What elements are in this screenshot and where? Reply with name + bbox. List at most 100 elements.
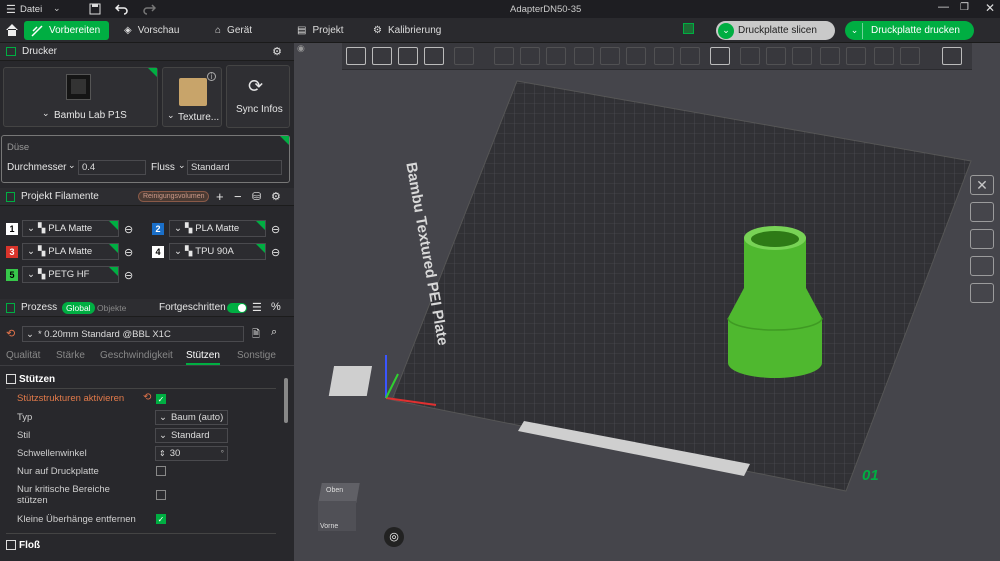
- buildplate-only-checkbox[interactable]: [156, 466, 166, 476]
- chevron-down-icon[interactable]: ⌄: [68, 160, 76, 171]
- process-profile-select[interactable]: ⌄ * 0.20mm Standard @BBL X1C: [22, 326, 244, 342]
- print-plate-button[interactable]: ⌄ Druckplatte drucken: [845, 21, 974, 40]
- filament-section-header: Projekt Filamente Reinigungsvolumen + − …: [0, 188, 294, 206]
- filament-sync-icon[interactable]: ⛁: [252, 190, 261, 203]
- type-select[interactable]: ⌄ Baum (auto): [155, 410, 228, 425]
- spool-icon: ▚: [184, 223, 193, 234]
- plate-layout-icon[interactable]: [683, 23, 694, 34]
- filament-select-3[interactable]: ⌄ ▚ PLA Matte: [22, 243, 119, 260]
- buildplate-only-label: Nur auf Druckplatte: [17, 466, 99, 477]
- filament-select-2[interactable]: ⌄ ▚ PLA Matte: [169, 220, 266, 237]
- printer-card[interactable]: ⌄ Bambu Lab P1S: [3, 67, 158, 127]
- close-plate-icon[interactable]: ✕: [970, 175, 994, 195]
- chevron-down-icon[interactable]: ⌄: [167, 110, 175, 121]
- process-icon: [6, 302, 15, 313]
- tab-calibration[interactable]: ⚙ Kalibrierung: [373, 21, 441, 40]
- remove-icon[interactable]: −: [234, 189, 242, 204]
- supports-group-title: Stützen: [19, 374, 56, 385]
- 3d-viewport[interactable]: ◉ Bambu Textured PEI Plate 01 ✕ Oben Vor…: [294, 43, 1000, 561]
- chevron-down-icon[interactable]: ⌄: [718, 22, 734, 39]
- printer-name: Bambu Lab P1S: [54, 110, 127, 121]
- remove-filament-icon[interactable]: ⊖: [124, 223, 133, 236]
- project-icon: ▤: [297, 25, 307, 36]
- list-icon[interactable]: ☰: [252, 301, 262, 314]
- stepper-icon[interactable]: ⇕: [159, 449, 166, 458]
- slice-plate-button[interactable]: ⌄ Druckplatte slicen: [716, 21, 835, 40]
- chevron-down-icon[interactable]: ⌄: [847, 22, 863, 39]
- sync-info-button[interactable]: ⟳ Sync Infos: [226, 65, 290, 128]
- group-divider: [6, 533, 276, 534]
- spool-icon: ▚: [37, 223, 46, 234]
- tab-prepare[interactable]: Vorbereiten: [24, 21, 109, 40]
- tab-speed[interactable]: Geschwindigkeit: [100, 350, 173, 361]
- plate-settings-icon[interactable]: [970, 283, 994, 303]
- slice-plate-label: Druckplatte slicen: [738, 25, 817, 36]
- filament-name: TPU 90A: [195, 246, 234, 257]
- remove-filament-icon[interactable]: ⊖: [124, 246, 133, 259]
- cube-front-label: Vorne: [320, 523, 339, 530]
- compare-icon[interactable]: %: [271, 301, 281, 313]
- save-icon[interactable]: [89, 3, 101, 15]
- objects-toggle[interactable]: Objekte: [97, 303, 126, 313]
- remove-filament-icon[interactable]: ⊖: [271, 223, 280, 236]
- restore-icon[interactable]: ❐: [960, 2, 969, 13]
- remove-overhangs-label: Kleine Überhänge entfernen: [17, 514, 136, 525]
- minimize-icon[interactable]: —: [938, 1, 949, 13]
- build-plate[interactable]: [294, 43, 1000, 561]
- diameter-select[interactable]: 0.4: [78, 160, 146, 175]
- add-icon[interactable]: +: [216, 189, 224, 204]
- chevron-down-icon[interactable]: ⌄: [42, 108, 50, 119]
- global-toggle[interactable]: Global: [62, 302, 95, 314]
- flush-volume-badge[interactable]: Reinigungsvolumen: [138, 191, 210, 202]
- flow-value: Standard: [191, 162, 230, 173]
- style-select[interactable]: ⌄ Standard: [155, 428, 228, 443]
- type-value: Baum (auto): [170, 412, 224, 423]
- save-profile-icon[interactable]: 🗎: [252, 327, 260, 344]
- redo-icon[interactable]: [142, 3, 156, 15]
- filament-number-1: 1: [6, 223, 18, 235]
- filament-number-3: 3: [6, 246, 18, 258]
- supports-group-icon: [6, 374, 16, 384]
- nozzle-card: Düse Durchmesser ⌄ 0.4 Fluss ⌄ Standard: [1, 135, 290, 183]
- flow-select[interactable]: Standard: [187, 160, 282, 175]
- remove-filament-icon[interactable]: ⊖: [124, 269, 133, 282]
- chevron-down-icon[interactable]: ⌄: [178, 160, 186, 171]
- tab-strength[interactable]: Stärke: [56, 350, 85, 361]
- chevron-down-icon[interactable]: ⌄: [53, 3, 61, 14]
- info-icon[interactable]: i: [207, 72, 216, 81]
- tab-project[interactable]: ▤ Projekt: [297, 21, 344, 40]
- undo-icon[interactable]: [115, 3, 129, 15]
- plate-card[interactable]: i ⌄ Texture...: [162, 67, 222, 127]
- remove-overhangs-checkbox[interactable]: ✓: [156, 514, 166, 524]
- threshold-input[interactable]: ⇕ 30 °: [155, 446, 228, 461]
- selected-marker: [256, 244, 265, 253]
- reset-icon[interactable]: ⟲: [143, 392, 151, 403]
- view-cube[interactable]: Oben Vorne: [316, 481, 366, 536]
- scrollbar[interactable]: [284, 378, 288, 423]
- tab-others[interactable]: Sonstige: [237, 350, 276, 361]
- gear-icon[interactable]: ⚙: [271, 190, 281, 203]
- reset-icon[interactable]: ⟲: [6, 327, 15, 340]
- close-icon[interactable]: ✕: [985, 1, 995, 15]
- tab-supports[interactable]: Stützen: [186, 350, 220, 365]
- lock-icon[interactable]: [970, 256, 994, 276]
- remove-filament-icon[interactable]: ⊖: [271, 246, 280, 259]
- tab-device[interactable]: ⌂ Gerät: [215, 21, 252, 40]
- file-menu[interactable]: Datei: [20, 4, 42, 15]
- filament-name: PLA Matte: [195, 223, 240, 234]
- search-icon[interactable]: ⌕: [271, 326, 277, 339]
- gear-icon[interactable]: ⚙: [272, 45, 282, 58]
- hamburger-menu-icon[interactable]: ☰: [6, 3, 16, 16]
- critical-only-checkbox[interactable]: [156, 490, 166, 500]
- filament-select-5[interactable]: ⌄ ▚ PETG HF: [22, 266, 119, 283]
- home-icon[interactable]: [5, 23, 19, 37]
- tab-quality[interactable]: Qualität: [6, 350, 40, 361]
- filament-select-1[interactable]: ⌄ ▚ PLA Matte: [22, 220, 119, 237]
- plate-arrange-icon[interactable]: [970, 229, 994, 249]
- filament-select-4[interactable]: ⌄ ▚ TPU 90A: [169, 243, 266, 260]
- camera-fit-icon[interactable]: ◎: [384, 527, 404, 547]
- plate-orient-icon[interactable]: [970, 202, 994, 222]
- tab-preview[interactable]: ◈ Vorschau: [124, 21, 179, 40]
- advanced-toggle[interactable]: [227, 303, 247, 313]
- enable-supports-checkbox[interactable]: ✓: [156, 394, 166, 404]
